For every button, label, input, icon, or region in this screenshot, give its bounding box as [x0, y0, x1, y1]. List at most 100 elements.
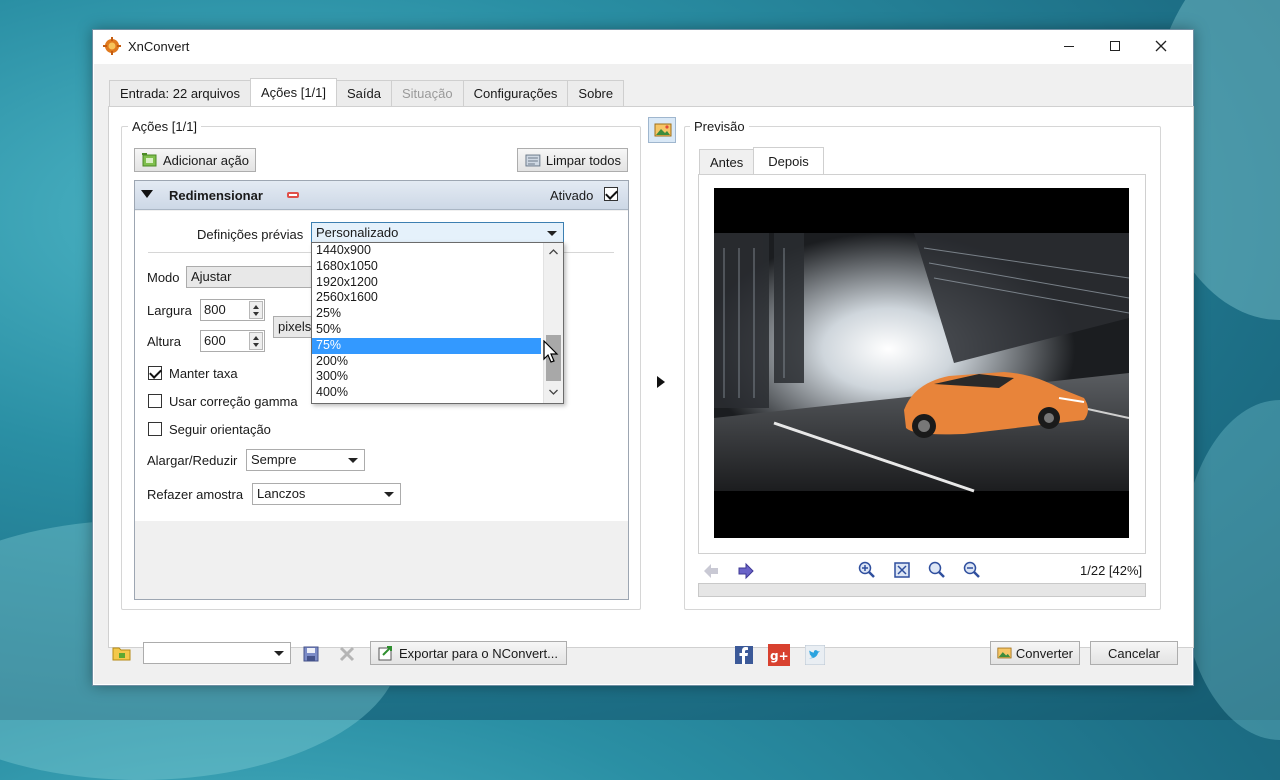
open-folder-icon[interactable] — [112, 645, 132, 662]
dropdown-option[interactable]: 2560x1600 — [312, 290, 541, 306]
presets-value: Personalizado — [316, 225, 399, 240]
picture-icon — [654, 123, 672, 137]
delete-icon[interactable] — [339, 646, 355, 662]
collapse-triangle-icon[interactable] — [141, 190, 153, 200]
enlarge-value: Sempre — [251, 452, 297, 467]
resample-value: Lanczos — [257, 486, 306, 501]
clear-all-icon — [525, 154, 541, 167]
resample-label: Refazer amostra — [147, 487, 244, 502]
enabled-label: Ativado — [550, 188, 594, 203]
height-label: Altura — [147, 334, 181, 349]
cancel-button[interactable]: Cancelar — [1090, 641, 1178, 665]
gamma-label: Usar correção gamma — [169, 394, 298, 409]
tab-configuracoes[interactable]: Configurações — [462, 80, 569, 106]
zoom-icon[interactable] — [928, 561, 946, 579]
title-bar: XnConvert — [93, 30, 1193, 64]
preview-image — [714, 188, 1129, 538]
tab-sobre[interactable]: Sobre — [567, 80, 625, 106]
tab-entrada[interactable]: Entrada: 22 arquivos — [109, 80, 251, 106]
preview-tabs: Antes Depois — [699, 147, 824, 175]
main-tabs: Entrada: 22 arquivos Ações [1/1] Saída S… — [109, 78, 625, 106]
facebook-icon[interactable] — [735, 646, 753, 664]
enabled-checkbox[interactable] — [604, 187, 618, 201]
action-title: Redimensionar — [169, 188, 263, 203]
add-action-label: Adicionar ação — [163, 152, 249, 168]
convert-label: Converter — [1015, 645, 1073, 661]
convert-button[interactable]: Converter — [990, 641, 1080, 665]
maximize-button[interactable] — [1092, 30, 1138, 62]
orientation-checkbox[interactable] — [148, 422, 162, 436]
dropdown-option[interactable]: 400% — [312, 385, 541, 401]
maximize-icon — [1110, 41, 1120, 51]
unit-select[interactable]: pixels — [273, 316, 313, 338]
twitter-icon[interactable] — [805, 645, 825, 665]
mode-select[interactable]: Ajustar — [186, 266, 312, 288]
scroll-up-icon[interactable] — [549, 249, 558, 255]
google-plus-icon[interactable]: g+ — [768, 644, 790, 666]
svg-text:g+: g+ — [770, 649, 789, 663]
width-spinbox[interactable]: 800 — [200, 299, 265, 321]
convert-icon — [997, 647, 1012, 659]
dropdown-option[interactable]: 1440x900 — [312, 243, 541, 259]
chevron-down-icon — [274, 651, 284, 656]
width-value: 800 — [204, 302, 226, 317]
preset-file-select[interactable] — [143, 642, 291, 664]
keep-ratio-checkbox[interactable] — [148, 366, 162, 380]
preview-status: 1/22 [42%] — [1080, 563, 1143, 578]
mouse-cursor-icon — [543, 340, 559, 363]
dropdown-scrollbar[interactable] — [543, 243, 563, 403]
dropdown-option[interactable]: 25% — [312, 306, 541, 322]
background-wave — [1180, 400, 1280, 740]
height-spin-buttons[interactable] — [249, 332, 263, 350]
tab-depois[interactable]: Depois — [753, 147, 824, 175]
previous-arrow-icon[interactable] — [702, 562, 720, 580]
dropdown-option[interactable]: 1920x1200 — [312, 275, 541, 291]
export-label: Exportar para o NConvert... — [399, 645, 558, 661]
resample-select[interactable]: Lanczos — [252, 483, 401, 505]
enlarge-label: Alargar/Reduzir — [147, 453, 238, 468]
save-icon[interactable] — [303, 646, 319, 662]
tab-acoes[interactable]: Ações [1/1] — [249, 78, 338, 106]
orientation-label: Seguir orientação — [169, 422, 271, 437]
export-nconvert-button[interactable]: Exportar para o NConvert... — [370, 641, 567, 665]
dropdown-option-selected[interactable]: 75% — [312, 337, 541, 354]
zoom-in-icon[interactable] — [858, 561, 876, 579]
remove-action-icon[interactable] — [287, 191, 299, 199]
height-value: 600 — [204, 333, 226, 348]
scroll-down-icon[interactable] — [549, 389, 558, 395]
height-spinbox[interactable]: 600 — [200, 330, 265, 352]
mode-value: Ajustar — [191, 269, 232, 284]
window-title: XnConvert — [128, 39, 190, 54]
dropdown-option[interactable]: 50% — [312, 322, 541, 338]
width-spin-buttons[interactable] — [249, 301, 263, 319]
gamma-checkbox[interactable] — [148, 394, 162, 408]
tab-saida[interactable]: Saída — [336, 80, 392, 106]
toggle-preview-button[interactable] — [648, 117, 676, 143]
tab-antes[interactable]: Antes — [699, 149, 755, 175]
close-button[interactable] — [1138, 30, 1184, 62]
car-photo — [714, 233, 1129, 493]
export-icon — [378, 646, 392, 661]
dropdown-option[interactable]: 1680x1050 — [312, 259, 541, 275]
fit-to-window-icon[interactable] — [893, 561, 911, 579]
clear-all-button[interactable]: Limpar todos — [517, 148, 628, 172]
tab-situacao[interactable]: Situação — [391, 80, 464, 106]
clear-all-label: Limpar todos — [545, 152, 621, 168]
keep-ratio-label: Manter taxa — [169, 366, 238, 381]
presets-dropdown-list: 1440x900 1680x1050 1920x1200 2560x1600 2… — [311, 242, 564, 404]
dropdown-option[interactable]: 300% — [312, 369, 541, 385]
minimize-icon — [1064, 46, 1074, 47]
expand-right-icon[interactable] — [657, 376, 666, 388]
zoom-out-icon[interactable] — [963, 561, 981, 579]
width-label: Largura — [147, 303, 192, 318]
dropdown-option[interactable]: 200% — [312, 354, 541, 370]
add-action-button[interactable]: Adicionar ação — [134, 148, 256, 172]
cancel-label: Cancelar — [1107, 645, 1161, 661]
preview-progress-bar — [698, 583, 1146, 597]
minimize-button[interactable] — [1046, 30, 1092, 62]
xnconvert-logo-icon — [103, 37, 121, 55]
next-arrow-icon[interactable] — [737, 562, 755, 580]
enlarge-select[interactable]: Sempre — [246, 449, 365, 471]
unit-value: pixels — [278, 319, 312, 334]
add-action-icon — [142, 153, 157, 167]
